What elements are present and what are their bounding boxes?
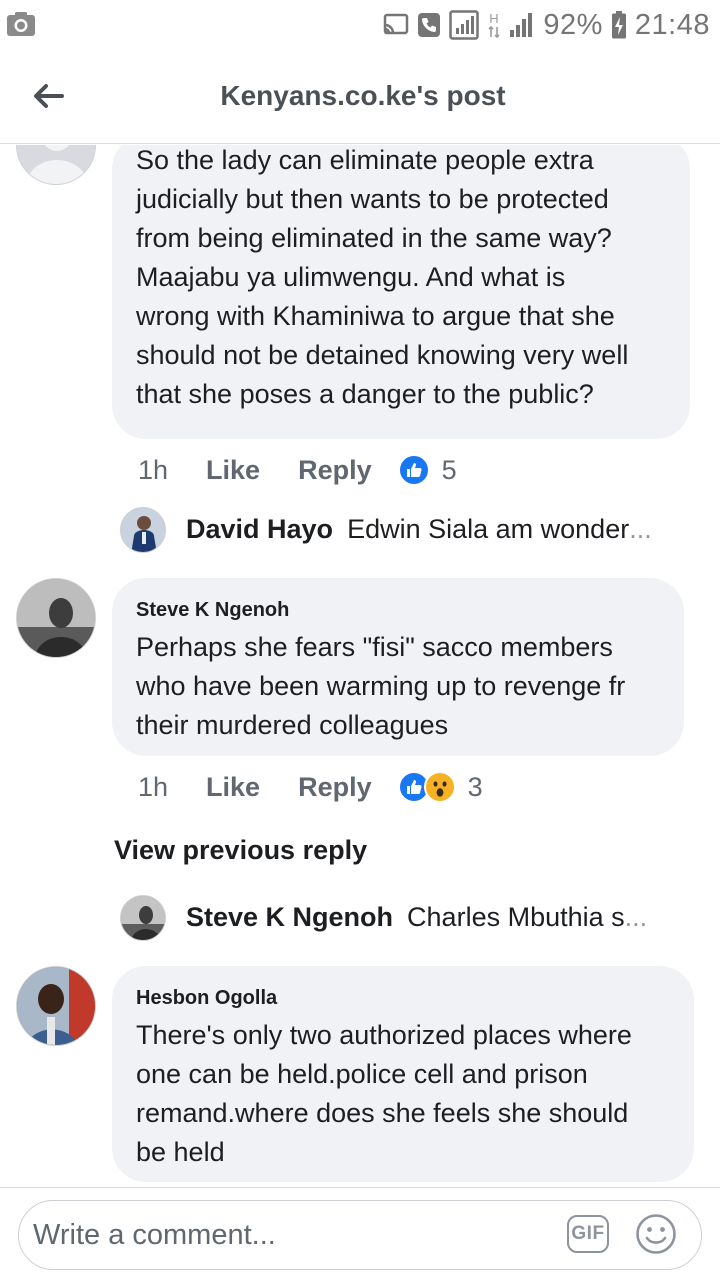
comment-time[interactable]: 1h xyxy=(138,772,168,803)
comment-time[interactable]: 1h xyxy=(138,455,168,486)
reply-preview[interactable]: Steve K Ngenoh Charles Mbuthia s... xyxy=(186,902,647,933)
reply-author[interactable]: David Hayo xyxy=(186,514,333,545)
reply-button[interactable]: Reply xyxy=(298,772,372,803)
avatar[interactable] xyxy=(16,578,96,658)
comment-composer[interactable]: GIF xyxy=(18,1200,702,1270)
cell-signal-icon xyxy=(510,13,533,37)
comment-bubble[interactable]: Hesbon Ogolla There's only two authorize… xyxy=(112,966,694,1182)
smiley-icon[interactable] xyxy=(635,1213,677,1255)
comment-author[interactable]: Hesbon Ogolla xyxy=(136,986,670,1010)
cast-icon xyxy=(384,13,409,35)
avatar[interactable] xyxy=(120,507,166,553)
default-avatar-icon xyxy=(27,145,87,184)
reply-text: Edwin Siala am wonder xyxy=(347,514,630,544)
status-bar: H 92% 21:48 xyxy=(0,0,720,50)
hspa-icon: H xyxy=(488,11,500,39)
signal-box-icon xyxy=(449,10,480,40)
gif-button[interactable]: GIF xyxy=(567,1215,609,1253)
comments-list[interactable]: So the lady can eliminate people extra j… xyxy=(0,145,720,1187)
reactions-summary[interactable]: 5 xyxy=(397,454,457,486)
wow-face-icon xyxy=(423,771,456,803)
comment-text: There's only two authorized places where… xyxy=(136,1020,632,1167)
reply-button[interactable]: Reply xyxy=(298,455,372,486)
profile-photo xyxy=(17,967,95,1045)
page-title: Kenyans.co.ke's post xyxy=(220,80,506,111)
comment-bubble[interactable]: So the lady can eliminate people extra j… xyxy=(112,145,690,439)
reply-ellipsis: ... xyxy=(624,902,648,932)
avatar[interactable] xyxy=(16,145,96,185)
reaction-count: 3 xyxy=(467,771,483,802)
profile-photo xyxy=(121,896,165,940)
status-icons: H 92% 21:48 xyxy=(383,6,710,44)
call-icon xyxy=(418,13,441,37)
like-button[interactable]: Like xyxy=(206,772,260,803)
thumbs-up-icon xyxy=(397,454,430,486)
avatar[interactable] xyxy=(16,966,96,1046)
svg-text:H: H xyxy=(490,11,499,26)
avatar[interactable] xyxy=(120,895,166,941)
profile-photo xyxy=(121,508,165,552)
app-header: Kenyans.co.ke's post xyxy=(0,50,720,144)
comment-author[interactable]: Steve K Ngenoh xyxy=(136,598,660,622)
reply-text: Charles Mbuthia s xyxy=(407,902,625,932)
battery-charging-icon xyxy=(611,11,626,39)
comment-text: Perhaps she fears "fisi" sacco members w… xyxy=(136,632,626,740)
comment-text: So the lady can eliminate people extra j… xyxy=(136,145,629,409)
comment-actions: 1h Like Reply 5 xyxy=(138,450,457,490)
comment-input[interactable] xyxy=(33,1209,553,1261)
reaction-count: 5 xyxy=(441,454,457,485)
comment-bubble[interactable]: Steve K Ngenoh Perhaps she fears "fisi" … xyxy=(112,578,684,756)
comment-composer-bar: GIF xyxy=(0,1187,720,1280)
reply-author[interactable]: Steve K Ngenoh xyxy=(186,902,393,933)
view-previous-reply-link[interactable]: View previous reply xyxy=(114,835,367,866)
like-button[interactable]: Like xyxy=(206,455,260,486)
camera-notification-icon xyxy=(7,12,35,36)
reactions-summary[interactable]: 3 xyxy=(397,771,483,803)
clock: 21:48 xyxy=(634,8,710,41)
comment-actions: 1h Like Reply 3 xyxy=(138,767,483,807)
profile-photo xyxy=(17,579,95,657)
reply-preview[interactable]: David Hayo Edwin Siala am wonder... xyxy=(186,514,652,545)
battery-percentage: 92% xyxy=(543,8,603,41)
reply-ellipsis: ... xyxy=(629,514,652,544)
